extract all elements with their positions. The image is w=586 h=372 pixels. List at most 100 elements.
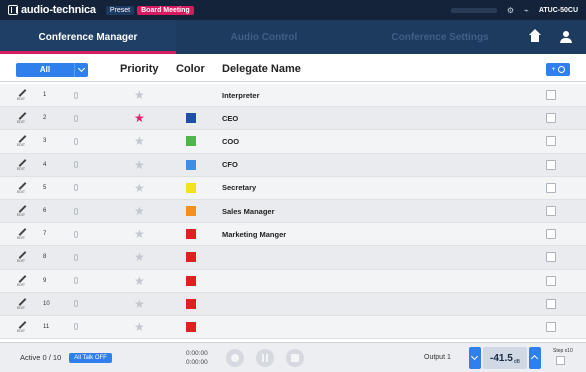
main-tab-bar: Conference Manager Audio Control Confere…: [0, 20, 586, 54]
microphone-icon: [74, 300, 78, 308]
tab-audio-control[interactable]: Audio Control: [176, 20, 352, 54]
priority-star-icon[interactable]: ★: [134, 275, 145, 287]
table-row[interactable]: EDIT 1 ★ Interpreter: [0, 84, 586, 108]
row-checkbox[interactable]: [546, 182, 556, 193]
priority-star-icon[interactable]: ★: [134, 89, 145, 101]
level-indicator: [450, 7, 497, 13]
table-row[interactable]: EDIT 6 ★ Sales Manager: [0, 199, 586, 224]
edit-pencil-icon[interactable]: EDIT: [17, 203, 28, 219]
record-button[interactable]: [226, 349, 244, 367]
row-checkbox[interactable]: [546, 90, 556, 101]
color-swatch[interactable]: [186, 113, 196, 124]
color-swatch[interactable]: [186, 182, 196, 193]
user-icon[interactable]: [560, 30, 572, 44]
table-row[interactable]: EDIT 3 ★ COO: [0, 130, 586, 154]
priority-star-icon[interactable]: ★: [134, 298, 145, 310]
row-checkbox[interactable]: [546, 252, 556, 263]
color-swatch[interactable]: [186, 298, 196, 309]
output-selector[interactable]: Output 1: [424, 354, 451, 361]
volume-up-button[interactable]: [529, 347, 541, 369]
home-icon[interactable]: [528, 29, 542, 43]
brand-name: audio-technica: [21, 4, 96, 16]
delegate-name[interactable]: COO: [222, 137, 239, 146]
row-checkbox[interactable]: [546, 136, 556, 147]
seat-number: 2: [43, 115, 47, 122]
edit-label: EDIT: [17, 189, 25, 194]
edit-label: EDIT: [17, 166, 25, 171]
row-checkbox[interactable]: [546, 159, 556, 170]
seat-number: 8: [43, 254, 47, 261]
delegate-name[interactable]: Interpreter: [222, 91, 260, 100]
table-row[interactable]: EDIT 5 ★ Secretary: [0, 176, 586, 200]
delegate-name[interactable]: Secretary: [222, 183, 256, 192]
microphone-icon: [74, 323, 78, 331]
row-checkbox[interactable]: [546, 298, 556, 309]
microphone-icon: [74, 277, 78, 285]
edit-pencil-icon[interactable]: EDIT: [17, 180, 28, 196]
device-name: ATUC-50CU: [538, 6, 578, 14]
edit-pencil-icon[interactable]: EDIT: [17, 110, 28, 126]
priority-star-icon[interactable]: ★: [134, 135, 145, 147]
add-settings-button[interactable]: +: [546, 63, 570, 76]
tab-conference-settings[interactable]: Conference Settings: [352, 20, 528, 54]
preset-badge: Preset: [105, 5, 135, 15]
priority-star-icon[interactable]: ★: [134, 251, 145, 263]
edit-pencil-icon[interactable]: EDIT: [17, 273, 28, 289]
all-talk-button[interactable]: All Talk OFF: [69, 352, 112, 363]
edit-pencil-icon[interactable]: EDIT: [17, 133, 28, 149]
color-swatch[interactable]: [186, 229, 196, 240]
seat-number: 11: [43, 323, 50, 330]
timer-1: 0:00:00: [186, 350, 208, 357]
priority-star-icon[interactable]: ★: [134, 205, 145, 217]
filter-dropdown[interactable]: All: [16, 62, 88, 77]
table-row[interactable]: EDIT 11 ★: [0, 315, 586, 340]
color-swatch[interactable]: [186, 252, 196, 263]
edit-pencil-icon[interactable]: EDIT: [17, 157, 28, 173]
seat-number: 1: [43, 92, 47, 99]
priority-star-icon[interactable]: ★: [134, 112, 145, 124]
filter-label: All: [39, 65, 51, 74]
microphone-icon: [74, 207, 78, 215]
settings-small-icon: ⚙: [506, 5, 515, 15]
audio-technica-logo-icon: [8, 5, 18, 15]
edit-pencil-icon[interactable]: EDIT: [17, 296, 28, 312]
delegate-name[interactable]: Marketing Manger: [222, 230, 286, 239]
seat-number: 10: [43, 300, 50, 307]
meeting-name-badge[interactable]: Board Meeting: [137, 5, 194, 15]
priority-star-icon[interactable]: ★: [134, 159, 145, 171]
seat-number: 7: [43, 231, 47, 238]
table-row[interactable]: EDIT 2 ★ CEO: [0, 107, 586, 131]
table-row[interactable]: EDIT 10 ★: [0, 292, 586, 316]
edit-pencil-icon[interactable]: EDIT: [17, 319, 28, 335]
color-swatch[interactable]: [186, 159, 196, 170]
delegate-name[interactable]: CFO: [222, 160, 238, 169]
row-checkbox[interactable]: [546, 229, 556, 240]
table-row[interactable]: EDIT 9 ★: [0, 269, 586, 293]
step-x10-checkbox[interactable]: [556, 356, 565, 365]
table-row[interactable]: EDIT 4 ★ CFO: [0, 153, 586, 177]
stop-button[interactable]: [286, 349, 304, 367]
pause-button[interactable]: [256, 349, 274, 367]
edit-pencil-icon[interactable]: EDIT: [17, 226, 28, 242]
delegate-name[interactable]: Sales Manager: [222, 207, 275, 216]
priority-star-icon[interactable]: ★: [134, 182, 145, 194]
color-swatch[interactable]: [186, 206, 196, 217]
priority-star-icon[interactable]: ★: [134, 228, 145, 240]
color-swatch[interactable]: [186, 321, 196, 332]
delegate-name[interactable]: CEO: [222, 114, 238, 123]
priority-star-icon[interactable]: ★: [134, 321, 145, 333]
row-checkbox[interactable]: [546, 206, 556, 217]
row-checkbox[interactable]: [546, 113, 556, 124]
volume-down-button[interactable]: [469, 347, 481, 369]
table-row[interactable]: EDIT 7 ★ Marketing Manger: [0, 223, 586, 247]
row-checkbox[interactable]: [546, 321, 556, 332]
table-row[interactable]: EDIT 8 ★: [0, 246, 586, 270]
edit-pencil-icon[interactable]: EDIT: [17, 87, 28, 103]
color-swatch[interactable]: [186, 136, 196, 147]
signal-icon: ⌁: [524, 5, 529, 15]
edit-label: EDIT: [17, 236, 25, 241]
color-swatch[interactable]: [186, 275, 196, 286]
tab-conference-manager[interactable]: Conference Manager: [0, 20, 176, 54]
row-checkbox[interactable]: [546, 275, 556, 286]
edit-pencil-icon[interactable]: EDIT: [17, 249, 28, 265]
